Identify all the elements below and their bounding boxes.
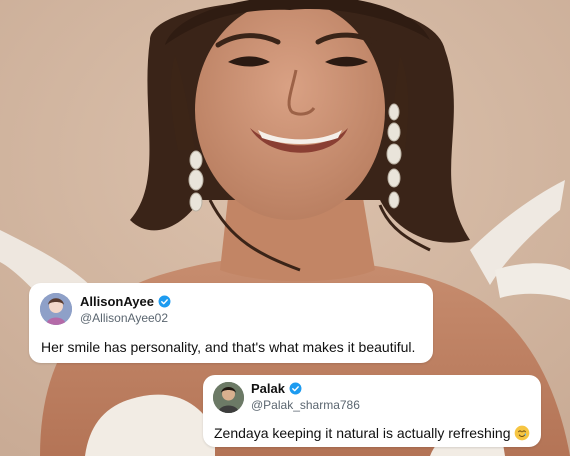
- tweet-text: Her smile has personality, and that's wh…: [41, 339, 416, 355]
- photo-scene: AllisonAyee @AllisonAyee02 Her smile has…: [0, 0, 570, 456]
- tweet-text-row: Zendaya keeping it natural is actually r…: [214, 425, 530, 441]
- tweet-card-allisonayee[interactable]: AllisonAyee @AllisonAyee02 Her smile has…: [29, 283, 433, 363]
- tweet-text: Zendaya keeping it natural is actually r…: [214, 425, 511, 441]
- display-name-text: AllisonAyee: [80, 294, 154, 309]
- avatar[interactable]: [213, 382, 244, 413]
- display-name-text: Palak: [251, 381, 285, 396]
- display-name[interactable]: AllisonAyee: [80, 294, 171, 309]
- display-name[interactable]: Palak: [251, 381, 302, 396]
- smiling-tear-emoji-icon: [514, 425, 529, 441]
- avatar-image-icon: [40, 293, 72, 325]
- tweet-card-palak[interactable]: Palak @Palak_sharma786 Zendaya keeping i…: [203, 375, 541, 447]
- avatar-image-icon: [213, 382, 244, 413]
- verified-badge-icon: [289, 382, 302, 395]
- verified-badge-icon: [158, 295, 171, 308]
- user-handle[interactable]: @Palak_sharma786: [251, 398, 360, 412]
- avatar[interactable]: [40, 293, 72, 325]
- user-handle[interactable]: @AllisonAyee02: [80, 311, 168, 325]
